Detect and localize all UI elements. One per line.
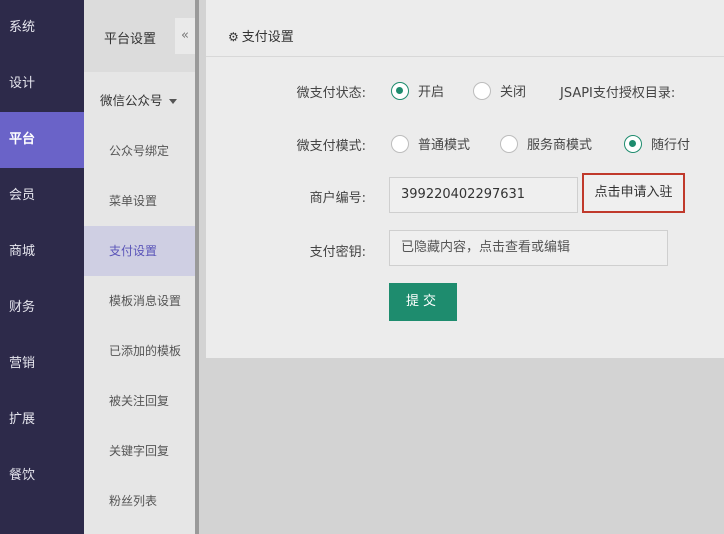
status-on-radio[interactable]: 开启 [391, 81, 444, 100]
mode-provider-radio[interactable]: 服务商模式 [500, 134, 592, 153]
nav-item-system[interactable]: 系统 [0, 0, 84, 56]
status-on-label: 开启 [418, 85, 445, 100]
nav-item-catering[interactable]: 餐饮 [0, 448, 84, 504]
panel-title: ⚙ 支付设置 [228, 26, 294, 45]
secret-key-field[interactable]: 已隐藏内容，点击查看或编辑 [389, 230, 668, 266]
radio-unchecked-icon [500, 134, 518, 153]
radio-checked-icon [391, 81, 409, 100]
sidebar-item-payment-settings[interactable]: 支付设置 [84, 226, 195, 276]
mode-suixingfu-radio[interactable]: 随行付 [624, 134, 690, 153]
sidebar-group-label: 微信公众号 [100, 93, 163, 108]
nav-item-members[interactable]: 会员 [0, 168, 84, 224]
panel-header: ⚙ 支付设置 [206, 12, 724, 57]
status-off-radio[interactable]: 关闭 [473, 81, 526, 100]
mode-suixingfu-label: 随行付 [651, 138, 691, 153]
sidebar-title: 平台设置 [104, 32, 157, 47]
status-off-label: 关闭 [500, 85, 527, 100]
nav-item-mall[interactable]: 商城 [0, 224, 84, 280]
panel-title-text: 支付设置 [241, 30, 294, 45]
collapse-sidebar-icon[interactable]: « [175, 18, 195, 54]
sidebar-item-template-message[interactable]: 模板消息设置 [84, 276, 195, 326]
merchant-id-field[interactable]: 399220402297631 [389, 177, 578, 213]
sidebar-item-keyword-reply[interactable]: 关键字回复 [84, 426, 195, 476]
nav-item-platform[interactable]: 平台 [0, 112, 84, 168]
gear-icon: ⚙ [228, 30, 239, 44]
radio-checked-icon [624, 134, 642, 153]
mode-normal-radio[interactable]: 普通模式 [391, 134, 470, 153]
sidebar-item-menu-settings[interactable]: 菜单设置 [84, 176, 195, 226]
main-nav: 系统 设计 平台 会员 商城 财务 营销 扩展 餐饮 [0, 0, 84, 534]
mode-provider-label: 服务商模式 [527, 138, 593, 153]
apply-entry-button[interactable]: 点击申请入驻 [582, 173, 685, 213]
submit-button[interactable]: 提交 [389, 283, 457, 321]
radio-unchecked-icon [391, 134, 409, 153]
mode-label: 微支付模式: [296, 139, 366, 154]
sidebar-group-wechat[interactable]: 微信公众号 [84, 86, 195, 116]
sidebar-item-fan-list[interactable]: 粉丝列表 [84, 476, 195, 526]
sidebar-item-account-binding[interactable]: 公众号绑定 [84, 126, 195, 176]
sidebar-item-added-templates[interactable]: 已添加的模板 [84, 326, 195, 376]
nav-item-design[interactable]: 设计 [0, 56, 84, 112]
mode-normal-label: 普通模式 [418, 138, 471, 153]
jsapi-label: JSAPI支付授权目录: [560, 86, 676, 101]
sidebar-item-follow-reply[interactable]: 被关注回复 [84, 376, 195, 426]
radio-unchecked-icon [473, 81, 491, 100]
nav-item-finance[interactable]: 财务 [0, 280, 84, 336]
secret-label: 支付密钥: [309, 245, 366, 260]
nav-item-marketing[interactable]: 营销 [0, 336, 84, 392]
caret-down-icon [168, 99, 177, 104]
nav-item-extensions[interactable]: 扩展 [0, 392, 84, 448]
merchant-label: 商户编号: [309, 191, 366, 206]
status-label: 微支付状态: [296, 86, 366, 101]
secondary-sidebar: 平台设置 微信公众号 公众号绑定 菜单设置 支付设置 模板消息设置 已添加的模板… [84, 0, 195, 534]
